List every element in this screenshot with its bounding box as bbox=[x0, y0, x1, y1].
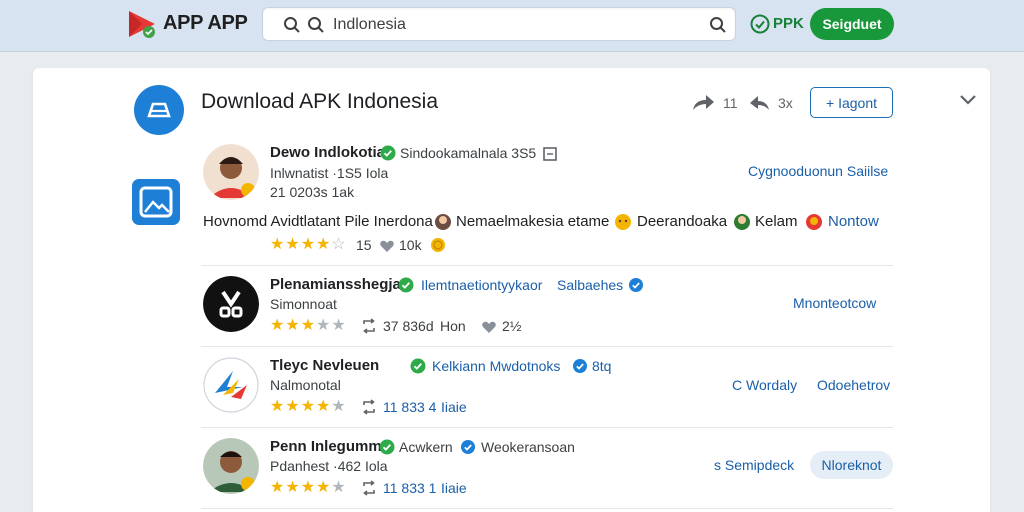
avatar[interactable] bbox=[203, 144, 259, 200]
rating-count: 15 bbox=[356, 237, 372, 253]
emoji-icon bbox=[435, 214, 451, 230]
reply-icon[interactable] bbox=[749, 92, 771, 112]
signin-button[interactable]: Seigduet bbox=[810, 8, 894, 40]
follow-button[interactable]: + Iagont bbox=[810, 87, 893, 118]
item-link[interactable]: Cygnooduonun Saiilse bbox=[748, 163, 888, 179]
verified-icon bbox=[410, 358, 426, 374]
like-count: 2½ bbox=[502, 318, 522, 334]
divider bbox=[201, 346, 893, 347]
item-subtitle: Simonnoat bbox=[270, 296, 337, 312]
top-bar: APP APP Indlonesia PPK Seigduet bbox=[0, 0, 1024, 52]
avatar[interactable] bbox=[203, 438, 259, 494]
apk-label[interactable]: PPK bbox=[773, 15, 804, 32]
item-tagline: Sindookamalnala 3S5 bbox=[400, 145, 537, 161]
coin-icon bbox=[431, 238, 445, 252]
heart-icon[interactable] bbox=[379, 238, 395, 254]
results-card: Download APK Indonesia 11 3x + Iagont De… bbox=[33, 68, 990, 512]
item-tagline: Acwkern bbox=[399, 439, 453, 455]
search-icon[interactable] bbox=[709, 16, 727, 34]
divider bbox=[201, 508, 893, 509]
item-link-secondary[interactable]: Odoehetrov bbox=[817, 377, 890, 393]
item-tag[interactable]: Deerandoaka bbox=[637, 213, 727, 230]
repost-count: 11 833 1 bbox=[383, 480, 437, 496]
item-pill-button[interactable]: Nloreknot bbox=[810, 451, 893, 479]
store-icon bbox=[134, 85, 184, 135]
gallery-icon[interactable] bbox=[131, 178, 181, 226]
secondary-count: 10k bbox=[399, 237, 422, 253]
item-tagline[interactable]: Kelkiann Mwdotnoks bbox=[432, 358, 560, 374]
item-name[interactable]: Plenamiansshegja bbox=[270, 276, 401, 293]
search-input[interactable]: Indlonesia bbox=[333, 16, 406, 34]
search-icon bbox=[308, 17, 324, 33]
app-logo-icon[interactable] bbox=[126, 8, 158, 40]
item-link[interactable]: Mnonteotcow bbox=[793, 295, 876, 311]
item-tagline-secondary[interactable]: Salbaehes bbox=[557, 277, 623, 293]
avatar[interactable] bbox=[203, 357, 259, 413]
item-tagline-suffix: 8tq bbox=[592, 358, 612, 374]
repost-count: 37 836d bbox=[383, 318, 434, 334]
repost-suffix: Iiaie bbox=[441, 399, 467, 415]
apk-check-icon bbox=[750, 14, 770, 34]
repost-icon[interactable] bbox=[361, 399, 377, 415]
item-description: Hovnomd Avidtlatant Pile Inerdona bbox=[203, 213, 433, 230]
rating-stars: ★★★★★ bbox=[270, 398, 347, 415]
search-bar[interactable]: Indlonesia bbox=[262, 7, 736, 41]
verified-icon bbox=[461, 440, 475, 454]
item-tag[interactable]: Nemaelmakesia etame bbox=[456, 213, 609, 230]
logo-text[interactable]: APP APP bbox=[163, 12, 248, 35]
chevron-down-icon[interactable] bbox=[959, 93, 977, 107]
item-link[interactable]: C Wordaly bbox=[732, 377, 797, 393]
search-icon[interactable] bbox=[283, 16, 301, 34]
item-name[interactable]: Tleyc Nevleuen bbox=[270, 357, 379, 374]
avatar[interactable] bbox=[203, 276, 259, 332]
item-tag[interactable]: Nontow bbox=[828, 213, 879, 230]
verified-icon bbox=[380, 145, 396, 161]
verified-icon bbox=[629, 278, 643, 292]
emoji-icon bbox=[615, 214, 631, 230]
repost-count: 11 833 4 bbox=[383, 399, 437, 415]
rating-stars: ★★★★☆ bbox=[270, 236, 347, 253]
verified-icon bbox=[573, 359, 587, 373]
rating-stars: ★★★★★ bbox=[270, 479, 347, 496]
item-subtitle: Pdanhest ·462 Iola bbox=[270, 458, 388, 474]
reply-count: 3x bbox=[778, 95, 793, 111]
emoji-icon bbox=[806, 214, 822, 230]
repost-icon[interactable] bbox=[361, 480, 377, 496]
repost-suffix: Hon bbox=[440, 318, 466, 334]
item-tag[interactable]: Kelam bbox=[755, 213, 798, 230]
share-icon[interactable] bbox=[691, 92, 715, 112]
share-count: 11 bbox=[723, 95, 738, 111]
verified-icon bbox=[398, 277, 414, 293]
repost-icon[interactable] bbox=[361, 318, 377, 334]
repost-suffix: Iiaie bbox=[441, 480, 467, 496]
divider bbox=[201, 427, 893, 428]
item-name[interactable]: Dewo Indlokotia bbox=[270, 144, 385, 161]
page-title: Download APK Indonesia bbox=[201, 90, 438, 113]
item-link[interactable]: s Semipdeck bbox=[714, 457, 794, 473]
item-subtitle: Nalmonotal bbox=[270, 377, 341, 393]
heart-icon[interactable] bbox=[481, 319, 497, 335]
item-subtitle: Inlwnatist ·1S5 Iola bbox=[270, 165, 389, 181]
divider bbox=[201, 265, 893, 266]
bookmark-icon[interactable] bbox=[542, 146, 558, 162]
item-meta: 21 0203s 1ak bbox=[270, 184, 355, 200]
item-name[interactable]: Penn Inlegumm bbox=[270, 438, 382, 455]
emoji-icon bbox=[734, 214, 750, 230]
item-tagline[interactable]: Ilemtnaetiontyykaor bbox=[421, 277, 542, 293]
verified-icon bbox=[379, 439, 395, 455]
rating-stars: ★★★★★ bbox=[270, 317, 347, 334]
item-tagline-secondary: Weokeransoan bbox=[481, 439, 575, 455]
